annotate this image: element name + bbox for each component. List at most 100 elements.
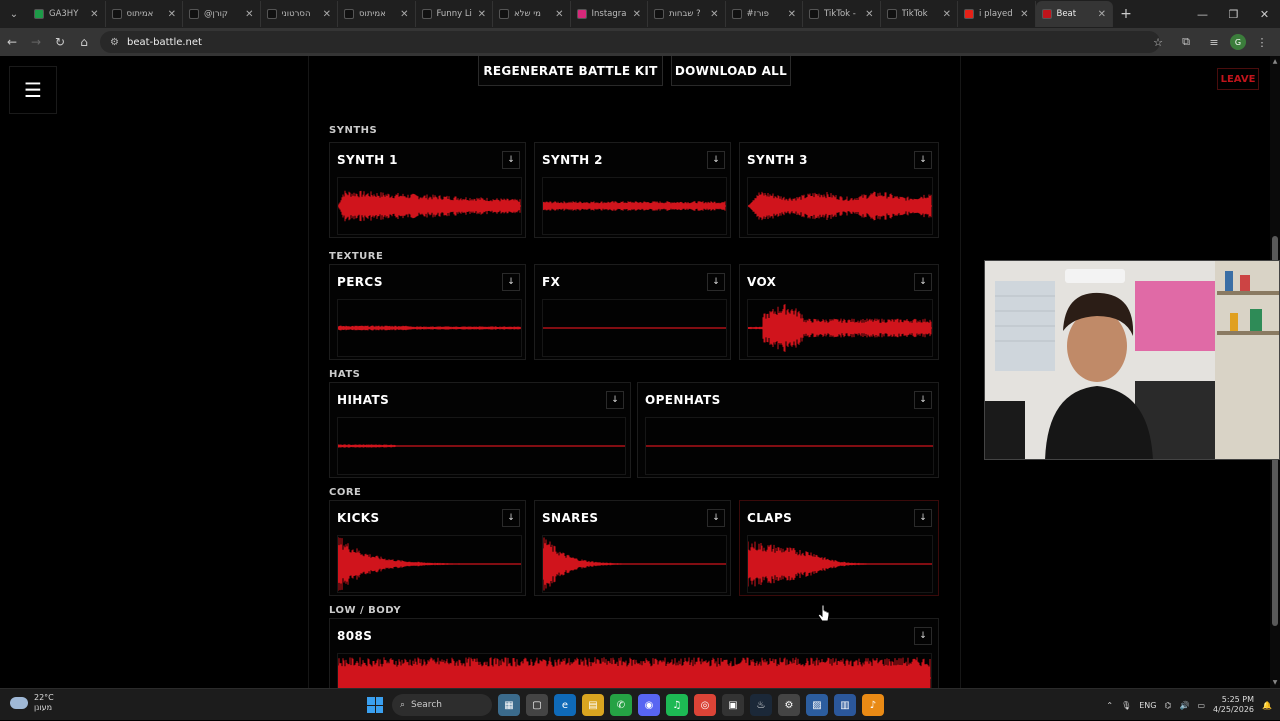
steam-icon[interactable]: ♨ — [750, 694, 772, 716]
browser-tab[interactable]: Funny Li ✕ — [416, 1, 493, 27]
sample-card-percs[interactable]: PERCS ↓ — [329, 264, 526, 360]
chrome-icon[interactable]: ◎ — [694, 694, 716, 716]
browser-tab[interactable]: שבחות ? ✕ — [648, 1, 726, 27]
file-explorer-icon[interactable]: ▤ — [582, 694, 604, 716]
browser-tab[interactable]: מי שלא ✕ — [493, 1, 571, 27]
edge-icon[interactable]: e — [554, 694, 576, 716]
settings-icon[interactable]: ⚙ — [778, 694, 800, 716]
browser-tab[interactable]: אמיתוס ✕ — [106, 1, 183, 27]
waveform[interactable] — [542, 535, 727, 593]
close-tab-icon[interactable]: ✕ — [555, 9, 563, 20]
weather-widget[interactable]: 22°C מעונן — [10, 693, 54, 713]
sample-card-synth3[interactable]: SYNTH 3 ↓ — [739, 142, 939, 238]
sample-card-vox[interactable]: VOX ↓ — [739, 264, 939, 360]
microphone-icon[interactable]: 🎙 — [1121, 701, 1131, 710]
close-tab-icon[interactable]: ✕ — [1020, 9, 1028, 20]
sample-card-synth1[interactable]: SYNTH 1 ↓ — [329, 142, 526, 238]
browser-tab[interactable]: Instagra ✕ — [571, 1, 648, 27]
browser-tab[interactable]: TikTok - ✕ — [803, 1, 881, 27]
download-icon[interactable]: ↓ — [707, 509, 725, 527]
download-icon[interactable]: ↓ — [502, 273, 520, 291]
close-tab-icon[interactable]: ✕ — [323, 9, 331, 20]
download-icon[interactable]: ↓ — [914, 391, 932, 409]
task-view-icon[interactable]: ▢ — [526, 694, 548, 716]
taskbar-search[interactable]: ⌕ Search — [392, 694, 492, 716]
language-indicator[interactable]: ENG — [1139, 701, 1156, 710]
waveform[interactable] — [337, 299, 522, 357]
download-all-button[interactable]: DOWNLOAD ALL — [671, 56, 791, 86]
close-tab-icon[interactable]: ✕ — [788, 9, 796, 20]
download-icon[interactable]: ↓ — [606, 391, 624, 409]
sample-card-808s[interactable]: 808S ↓ — [329, 618, 939, 688]
waveform[interactable] — [645, 417, 934, 475]
hamburger-menu-icon[interactable]: ☰ — [9, 66, 57, 114]
browser-tab[interactable]: GA3HY ✕ — [28, 1, 106, 27]
sample-card-fx[interactable]: FX ↓ — [534, 264, 731, 360]
sample-card-claps[interactable]: CLAPS ↓ — [739, 500, 939, 596]
browser-menu-icon[interactable]: ⋮ — [1250, 30, 1274, 54]
waveform[interactable] — [542, 299, 727, 357]
browser-tab[interactable]: אמיתוס ✕ — [338, 1, 416, 27]
waveform[interactable] — [747, 177, 933, 235]
scroll-up-icon[interactable]: ▲ — [1271, 58, 1279, 65]
waveform[interactable] — [747, 299, 933, 357]
sample-card-kicks[interactable]: KICKS ↓ — [329, 500, 526, 596]
sample-card-openhats[interactable]: OPENHATS ↓ — [637, 382, 939, 478]
browser-tab[interactable]: TikTok ✕ — [881, 1, 958, 27]
regenerate-battle-kit-button[interactable]: REGENERATE BATTLE KIT — [478, 56, 663, 86]
new-tab-button[interactable]: + — [1113, 6, 1139, 22]
waveform[interactable] — [337, 177, 522, 235]
scroll-down-icon[interactable]: ▼ — [1271, 679, 1279, 686]
close-tab-icon[interactable]: ✕ — [943, 9, 951, 20]
close-tab-icon[interactable]: ✕ — [400, 9, 408, 20]
battery-icon[interactable]: ▭ — [1197, 701, 1205, 710]
app-icon[interactable]: ▣ — [722, 694, 744, 716]
leave-button[interactable]: LEAVE — [1217, 68, 1259, 90]
sample-card-snares[interactable]: SNARES ↓ — [534, 500, 731, 596]
spotify-icon[interactable]: ♫ — [666, 694, 688, 716]
url-bar[interactable]: ⚙ beat-battle.net — [100, 31, 1160, 53]
whatsapp-icon[interactable]: ✆ — [610, 694, 632, 716]
browser-tab[interactable]: @קורן ✕ — [183, 1, 261, 27]
notifications-icon[interactable]: 🔔 — [1262, 701, 1272, 710]
waveform[interactable] — [747, 535, 933, 593]
download-icon[interactable]: ↓ — [707, 151, 725, 169]
notepad-icon[interactable]: ▥ — [834, 694, 856, 716]
reload-icon[interactable]: ↻ — [48, 28, 72, 56]
photos-icon[interactable]: ▨ — [806, 694, 828, 716]
fl-studio-icon[interactable]: ♪ — [862, 694, 884, 716]
waveform[interactable] — [337, 653, 932, 688]
system-clock[interactable]: 5:25 PM 4/25/2026 — [1213, 695, 1254, 715]
back-icon[interactable]: ← — [0, 28, 24, 56]
sample-card-hihats[interactable]: HIHATS ↓ — [329, 382, 631, 478]
waveform[interactable] — [337, 535, 522, 593]
bookmark-star-icon[interactable]: ☆ — [1146, 30, 1170, 54]
waveform[interactable] — [337, 417, 626, 475]
close-tab-icon[interactable]: ✕ — [1098, 9, 1106, 20]
download-icon[interactable]: ↓ — [914, 627, 932, 645]
network-icon[interactable]: ⌬ — [1164, 701, 1171, 710]
download-icon[interactable]: ↓ — [502, 151, 520, 169]
windows-start-icon[interactable] — [364, 694, 386, 716]
close-tab-icon[interactable]: ✕ — [168, 9, 176, 20]
profile-avatar[interactable]: G — [1230, 34, 1246, 50]
close-tab-icon[interactable]: ✕ — [245, 9, 253, 20]
site-info-icon[interactable]: ⚙ — [110, 37, 119, 48]
home-icon[interactable]: ⌂ — [72, 28, 96, 56]
browser-tab[interactable]: Beat ✕ — [1035, 1, 1113, 27]
download-icon[interactable]: ↓ — [914, 509, 932, 527]
download-icon[interactable]: ↓ — [502, 509, 520, 527]
extensions-icon[interactable]: ⧉ — [1174, 30, 1198, 54]
tab-search-icon[interactable]: ⌄ — [0, 0, 28, 28]
gallery-icon[interactable]: ▦ — [498, 694, 520, 716]
discord-icon[interactable]: ◉ — [638, 694, 660, 716]
close-tab-icon[interactable]: ✕ — [865, 9, 873, 20]
download-icon[interactable]: ↓ — [707, 273, 725, 291]
volume-icon[interactable]: 🔊 — [1179, 701, 1189, 710]
browser-tab[interactable]: i played ✕ — [958, 1, 1036, 27]
close-window-icon[interactable]: ✕ — [1249, 0, 1280, 28]
browser-tab[interactable]: הסרטוני ✕ — [261, 1, 338, 27]
close-tab-icon[interactable]: ✕ — [478, 9, 486, 20]
close-tab-icon[interactable]: ✕ — [90, 9, 98, 20]
media-controls-icon[interactable]: ≡ — [1202, 30, 1226, 54]
